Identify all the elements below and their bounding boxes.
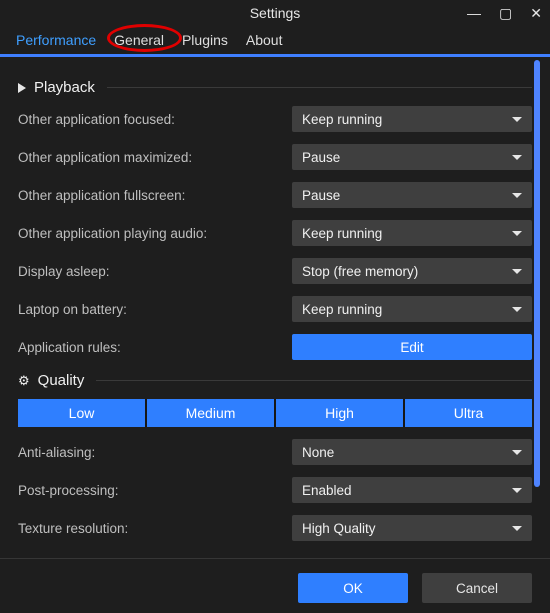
- preset-high[interactable]: High: [276, 399, 405, 427]
- label-laptop-battery: Laptop on battery:: [18, 302, 292, 317]
- row-anti-aliasing: Anti-aliasing: None: [18, 439, 532, 465]
- play-icon: [18, 83, 26, 93]
- select-value: Keep running: [302, 302, 382, 317]
- chevron-down-icon: [512, 117, 522, 122]
- chevron-down-icon: [512, 450, 522, 455]
- row-post-processing: Post-processing: Enabled: [18, 477, 532, 503]
- select-value: Enabled: [302, 483, 352, 498]
- chevron-down-icon: [512, 488, 522, 493]
- select-value: Keep running: [302, 112, 382, 127]
- footer: OK Cancel: [0, 558, 550, 603]
- divider: [96, 380, 532, 381]
- ok-button[interactable]: OK: [298, 573, 408, 603]
- row-other-fullscreen: Other application fullscreen: Pause: [18, 182, 532, 208]
- preset-medium[interactable]: Medium: [147, 399, 276, 427]
- label-display-asleep: Display asleep:: [18, 264, 292, 279]
- edit-button[interactable]: Edit: [292, 334, 532, 360]
- label-other-maximized: Other application maximized:: [18, 150, 292, 165]
- quality-header: ⚙ Quality: [18, 372, 532, 389]
- select-value: Pause: [302, 188, 340, 203]
- preset-ultra[interactable]: Ultra: [405, 399, 532, 427]
- tab-performance[interactable]: Performance: [16, 32, 96, 54]
- scrollbar-thumb[interactable]: [534, 60, 540, 487]
- row-display-asleep: Display asleep: Stop (free memory): [18, 258, 532, 284]
- tabs: Performance General Plugins About: [0, 26, 550, 57]
- select-value: Pause: [302, 150, 340, 165]
- label-texture-resolution: Texture resolution:: [18, 521, 292, 536]
- tab-about[interactable]: About: [246, 32, 283, 54]
- playback-title: Playback: [34, 79, 95, 96]
- row-other-maximized: Other application maximized: Pause: [18, 144, 532, 170]
- label-other-fullscreen: Other application fullscreen:: [18, 188, 292, 203]
- select-post-processing[interactable]: Enabled: [292, 477, 532, 503]
- select-value: Keep running: [302, 226, 382, 241]
- divider: [107, 87, 532, 88]
- label-other-focused: Other application focused:: [18, 112, 292, 127]
- chevron-down-icon: [512, 526, 522, 531]
- label-anti-aliasing: Anti-aliasing:: [18, 445, 292, 460]
- gear-icon: ⚙: [18, 373, 30, 389]
- tab-general[interactable]: General: [114, 32, 164, 54]
- content: Playback Other application focused: Keep…: [0, 57, 550, 549]
- titlebar: Settings — ▢ ✕: [0, 0, 550, 26]
- select-anti-aliasing[interactable]: None: [292, 439, 532, 465]
- row-app-rules: Application rules: Edit: [18, 334, 532, 360]
- quality-title: Quality: [38, 372, 85, 389]
- tab-plugins[interactable]: Plugins: [182, 32, 228, 54]
- chevron-down-icon: [512, 231, 522, 236]
- quality-presets: Low Medium High Ultra: [18, 399, 532, 427]
- select-laptop-battery[interactable]: Keep running: [292, 296, 532, 322]
- chevron-down-icon: [512, 193, 522, 198]
- row-texture-resolution: Texture resolution: High Quality: [18, 515, 532, 541]
- select-other-focused[interactable]: Keep running: [292, 106, 532, 132]
- select-value: High Quality: [302, 521, 376, 536]
- select-display-asleep[interactable]: Stop (free memory): [292, 258, 532, 284]
- scrollbar[interactable]: [534, 60, 540, 545]
- row-laptop-battery: Laptop on battery: Keep running: [18, 296, 532, 322]
- chevron-down-icon: [512, 155, 522, 160]
- select-value: None: [302, 445, 334, 460]
- playback-header: Playback: [18, 79, 532, 96]
- maximize-icon[interactable]: ▢: [499, 6, 512, 20]
- window-controls: — ▢ ✕: [467, 0, 542, 26]
- row-other-focused: Other application focused: Keep running: [18, 106, 532, 132]
- select-other-maximized[interactable]: Pause: [292, 144, 532, 170]
- select-other-fullscreen[interactable]: Pause: [292, 182, 532, 208]
- select-texture-resolution[interactable]: High Quality: [292, 515, 532, 541]
- label-post-processing: Post-processing:: [18, 483, 292, 498]
- close-icon[interactable]: ✕: [530, 6, 542, 20]
- minimize-icon[interactable]: —: [467, 6, 481, 20]
- select-other-audio[interactable]: Keep running: [292, 220, 532, 246]
- window-title: Settings: [250, 5, 301, 21]
- row-other-audio: Other application playing audio: Keep ru…: [18, 220, 532, 246]
- label-other-audio: Other application playing audio:: [18, 226, 292, 241]
- chevron-down-icon: [512, 307, 522, 312]
- preset-low[interactable]: Low: [18, 399, 147, 427]
- cancel-button[interactable]: Cancel: [422, 573, 532, 603]
- select-value: Stop (free memory): [302, 264, 418, 279]
- label-app-rules: Application rules:: [18, 340, 292, 355]
- chevron-down-icon: [512, 269, 522, 274]
